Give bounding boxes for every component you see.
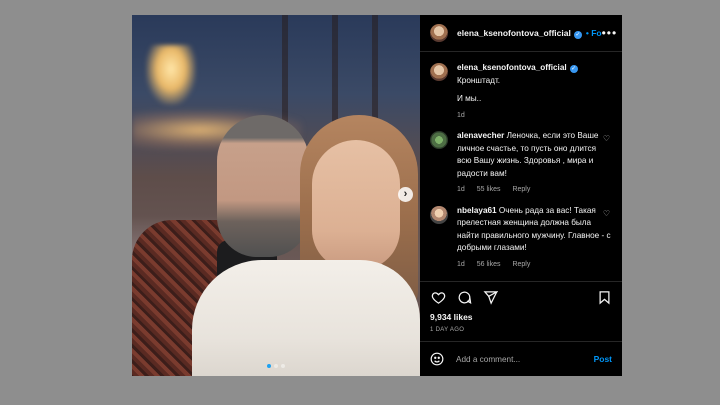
carousel-dots xyxy=(132,364,420,368)
post-modal: › elena_ksenofontova_official ✓ • Fo ••• … xyxy=(132,15,622,376)
comment-row: alenavecher Леночка, если это Ваше лично… xyxy=(430,130,612,197)
verified-badge-icon: ✓ xyxy=(569,65,578,73)
caption-time: 1d xyxy=(457,111,465,119)
caption-row: elena_ksenofontova_official ✓ Кронштадт. … xyxy=(430,62,612,122)
bookmark-icon[interactable] xyxy=(596,289,612,305)
comment-meta: 1d 55 likes Reply xyxy=(457,184,612,197)
add-comment-input[interactable] xyxy=(454,353,594,365)
comment-likes[interactable]: 55 likes xyxy=(477,186,501,193)
comments-scroll[interactable]: elena_ksenofontova_official ✓ Кронштадт. … xyxy=(420,52,622,281)
caption-meta: 1d xyxy=(457,110,612,123)
reply-button[interactable]: Reply xyxy=(512,261,530,268)
post-comment-button[interactable]: Post xyxy=(594,354,612,364)
like-heart-icon[interactable] xyxy=(430,289,446,305)
commenter-avatar[interactable] xyxy=(430,205,448,224)
post-header: elena_ksenofontova_official ✓ • Fo ••• xyxy=(420,15,622,52)
follow-button[interactable]: • Fo xyxy=(586,28,602,38)
reply-button[interactable]: Reply xyxy=(512,186,530,193)
author-username[interactable]: elena_ksenofontova_official ✓ xyxy=(457,28,582,39)
carousel-next-button[interactable]: › xyxy=(398,187,413,202)
caption-line: И мы.. xyxy=(457,94,482,103)
author-avatar[interactable] xyxy=(430,63,448,81)
carousel-dot xyxy=(281,364,285,368)
comment-time: 1d xyxy=(457,260,465,268)
carousel-dot xyxy=(267,364,271,368)
comment-likes[interactable]: 56 likes xyxy=(477,261,501,268)
photo-woman-coat xyxy=(192,260,420,376)
share-send-icon[interactable] xyxy=(482,289,498,305)
post-actions xyxy=(420,281,622,312)
author-avatar[interactable] xyxy=(430,24,448,42)
post-date: 1 DAY AGO xyxy=(430,327,465,333)
commenter-username[interactable]: alenavecher xyxy=(457,131,504,140)
commenter-avatar[interactable] xyxy=(430,131,448,149)
verified-badge-icon: ✓ xyxy=(573,30,582,39)
post-photo[interactable]: › xyxy=(132,15,420,376)
comment-composer: Post xyxy=(420,341,622,376)
comment-like-heart-icon[interactable]: ♡ xyxy=(603,209,610,218)
carousel-dot xyxy=(274,364,278,368)
likes-count[interactable]: 9,934 likes xyxy=(420,312,622,322)
comment-bubble-icon[interactable] xyxy=(456,289,472,305)
caption-line: Кронштадт. xyxy=(457,75,501,85)
comment-meta: 1d 56 likes Reply xyxy=(457,259,612,272)
photo-woman-face xyxy=(312,140,400,270)
emoji-icon[interactable] xyxy=(430,352,444,366)
post-sidebar: elena_ksenofontova_official ✓ • Fo ••• el… xyxy=(420,15,622,376)
comment-like-heart-icon[interactable]: ♡ xyxy=(603,134,610,143)
author-username-text[interactable]: elena_ksenofontova_official xyxy=(457,28,571,38)
photo-cathedral-dome xyxy=(146,45,196,105)
commenter-username[interactable]: nbelaya61 xyxy=(457,206,497,215)
comment-time: 1d xyxy=(457,186,465,193)
comment-row: nbelaya61 Очень рада за вас! Такая преле… xyxy=(430,205,612,272)
follow-label[interactable]: Fo xyxy=(591,28,601,38)
photo-man-head xyxy=(217,115,309,257)
more-options-icon[interactable]: ••• xyxy=(602,26,618,40)
caption-username[interactable]: elena_ksenofontova_official xyxy=(457,63,567,72)
